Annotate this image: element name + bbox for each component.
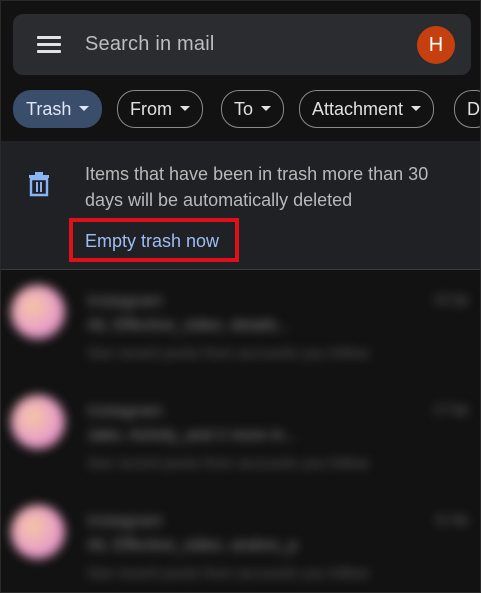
trash-info-banner: Items that have been in trash more than … (1, 141, 480, 270)
sender-avatar (11, 285, 65, 339)
chip-to-label: To (234, 99, 254, 119)
search-bar[interactable]: Search in mail H (13, 14, 471, 75)
mail-time: 17:0p (432, 401, 468, 417)
sender-avatar (11, 505, 65, 559)
mail-list: Instagram 10:2p Ali, Effective_video, de… (1, 271, 480, 592)
chip-trash[interactable]: Trash (13, 90, 103, 128)
chevron-down-icon (79, 105, 90, 111)
mail-row[interactable]: Instagram 11:0p Ali, Effective_video, an… (1, 491, 480, 592)
mail-snippet: See recent posts from accounts you follo… (87, 345, 369, 362)
chip-date-label: D (467, 99, 480, 119)
chip-from-label: From (130, 99, 172, 119)
filter-chips: Trash From To Attachment D (13, 90, 480, 128)
chip-from[interactable]: From (117, 90, 203, 128)
mail-subject: Ali, Effective_video, andres_p (87, 537, 298, 554)
hamburger-menu-icon[interactable] (37, 36, 61, 54)
chevron-down-icon (411, 105, 422, 111)
chip-attachment-label: Attachment (312, 99, 404, 119)
chip-trash-label: Trash (26, 99, 72, 119)
mail-sender: Instagram (87, 401, 163, 420)
trash-retention-message: Items that have been in trash more than … (85, 164, 429, 210)
mail-row[interactable]: Instagram 10:2p Ali, Effective_video, de… (1, 271, 480, 381)
mail-row[interactable]: Instagram 17:0p Jake, Ashely_and 2 more … (1, 381, 480, 491)
mail-snippet: See recent posts from accounts you follo… (87, 455, 369, 472)
chip-to[interactable]: To (221, 90, 285, 128)
mail-time: 11:0p (434, 511, 468, 527)
mail-sender: Instagram (87, 291, 163, 310)
mail-subject: Ali, Effective_video, details... (87, 317, 291, 334)
gmail-trash-screen: Search in mail H Trash From To Attachmen… (0, 0, 481, 593)
search-input[interactable]: Search in mail (85, 33, 215, 56)
annotation-highlight-box (69, 218, 239, 262)
mail-subject: Jake, Ashely_and 2 more in... (87, 427, 297, 444)
chip-date[interactable]: D (454, 90, 480, 128)
chevron-down-icon (180, 105, 190, 111)
chip-attachment[interactable]: Attachment (299, 90, 435, 128)
account-avatar[interactable]: H (417, 26, 455, 64)
mail-snippet: See recent posts from accounts you follo… (87, 565, 369, 582)
mail-sender: Instagram (87, 511, 163, 530)
trash-icon (29, 172, 49, 197)
sender-avatar (11, 395, 65, 449)
mail-time: 10:2p (432, 291, 468, 307)
chevron-down-icon (261, 105, 272, 111)
